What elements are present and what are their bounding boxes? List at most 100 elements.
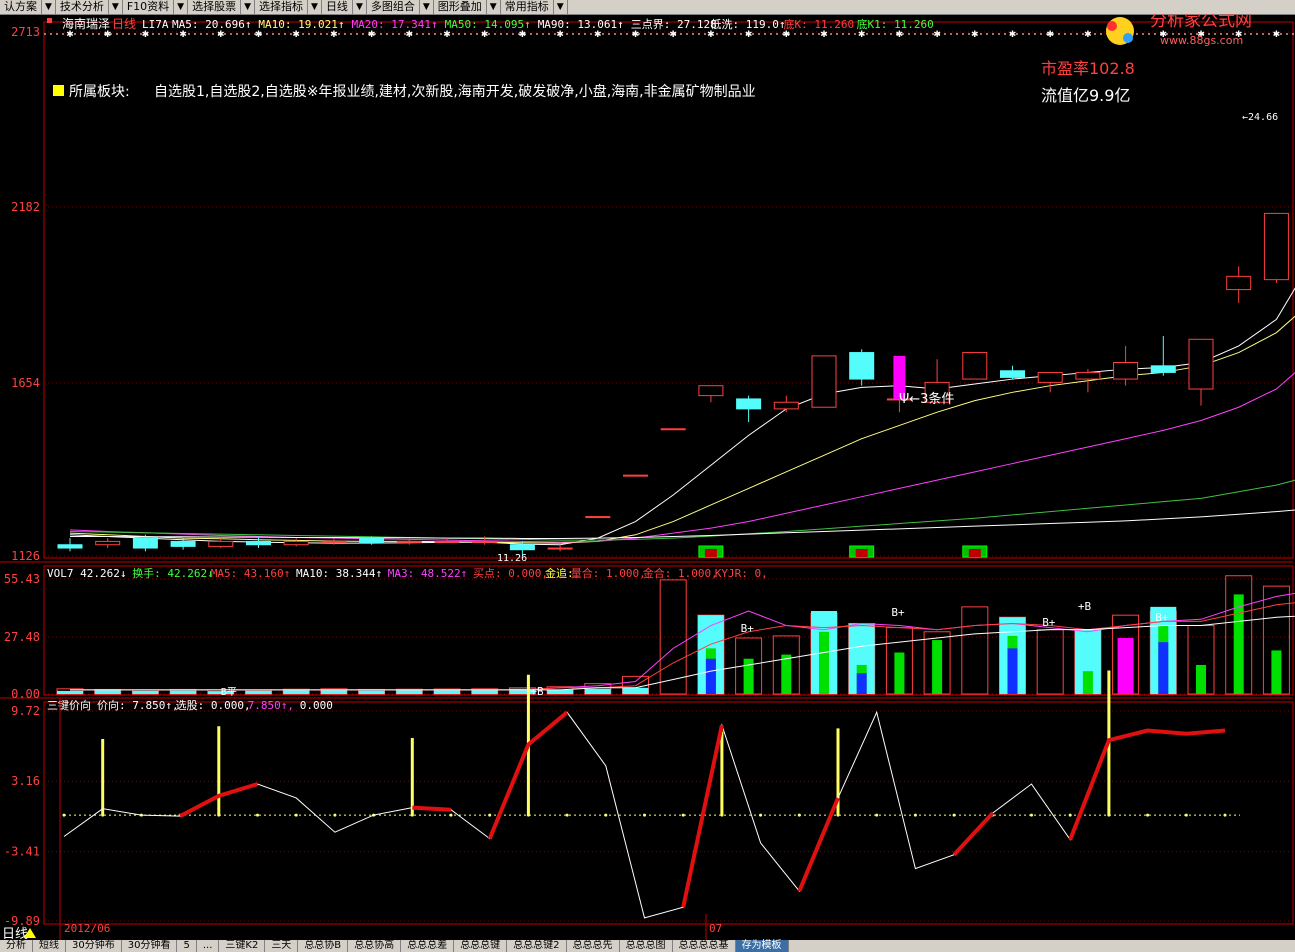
- star-icon: ✱: [66, 30, 74, 40]
- zero-dot: [256, 813, 259, 817]
- star-icon: ✱: [481, 30, 489, 40]
- vol-header-4: MA3: 48.522↑: [388, 567, 467, 580]
- candle-body: [623, 474, 648, 477]
- status-tab-1[interactable]: 短线: [33, 940, 66, 952]
- dropdown-arrow-icon[interactable]: ▼: [109, 0, 123, 14]
- candle-body: [1188, 338, 1214, 390]
- ma-line-ma5: [69, 287, 1295, 546]
- vol-bar-inner: [320, 689, 347, 694]
- status-tab-11[interactable]: 总总总键: [454, 940, 508, 952]
- vol-bar-inner: [584, 688, 611, 694]
- vol-bar-blue: [1158, 642, 1169, 694]
- logo-icon: [1123, 33, 1133, 43]
- candle-body: [962, 352, 988, 380]
- dropdown-arrow-icon[interactable]: ▼: [420, 0, 434, 14]
- status-tab-12[interactable]: 总总总键2: [507, 940, 567, 952]
- status-tab-15[interactable]: 总总总总基: [673, 940, 736, 952]
- price-direction-highlight: [797, 797, 840, 892]
- dropdown-arrow-icon[interactable]: ▼: [42, 0, 56, 14]
- zero-dot: [681, 813, 685, 817]
- status-tab-2[interactable]: 30分钟布: [66, 940, 122, 952]
- vol-bar-green: [1271, 650, 1282, 694]
- status-tab-4[interactable]: 5: [177, 940, 197, 952]
- dropdown-arrow-icon[interactable]: ▼: [353, 0, 367, 14]
- dropdown-arrow-icon[interactable]: ▼: [487, 0, 501, 14]
- toolbar-item-1[interactable]: 技术分析: [56, 0, 109, 14]
- candle-body: [1037, 371, 1063, 383]
- status-tab-9[interactable]: 总总协高: [348, 940, 402, 952]
- star-icon: ✱: [292, 30, 300, 40]
- status-tab-8[interactable]: 总总协B: [298, 940, 349, 952]
- candle-body: [359, 537, 385, 544]
- zero-dot: [875, 813, 879, 817]
- toolbar-item-4[interactable]: 选择指标: [255, 0, 309, 14]
- price-direction-highlight: [681, 724, 724, 908]
- zero-dot: [913, 813, 917, 817]
- candle-body: [849, 352, 875, 380]
- zero-dot: [294, 813, 298, 817]
- toolbar-item-6[interactable]: 多图组合: [367, 0, 420, 14]
- vol-bar-inner: [132, 690, 159, 694]
- dropdown-arrow-icon[interactable]: ▼: [554, 0, 568, 14]
- header-ma-2: MA20: 17.341↑: [352, 18, 438, 31]
- zero-dot: [333, 813, 337, 817]
- vol-header-9: KYJR: 0,: [715, 567, 768, 580]
- star-icon: ✱: [1273, 30, 1281, 40]
- candle-body: [321, 540, 347, 543]
- stock-name: 海南瑞泽: [62, 16, 110, 31]
- star-icon: ✱: [217, 30, 225, 40]
- toolbar-item-7[interactable]: 图形叠加: [434, 0, 487, 14]
- zero-dot: [1184, 813, 1188, 817]
- dropdown-arrow-icon[interactable]: ▼: [174, 0, 189, 14]
- toolbar-item-0[interactable]: 认方案: [0, 0, 42, 14]
- vol-header-5: 买点: 0.000,: [473, 567, 548, 580]
- vol-bar-inner: [57, 690, 83, 694]
- panel-frame: [43, 701, 1294, 925]
- toolbar-item-5[interactable]: 日线: [322, 0, 353, 14]
- status-tab-3[interactable]: 30分钟看: [122, 940, 178, 952]
- line-header-0: 三键价向: [47, 698, 91, 712]
- line-header-4: 0.000: [300, 699, 333, 712]
- logo-url: www.88gs.com: [1160, 34, 1243, 47]
- toolbar-item-3[interactable]: 选择股票: [188, 0, 242, 14]
- high-price-label: ←24.66: [1242, 112, 1278, 123]
- star-icon: ✱: [594, 30, 602, 40]
- low-price-label: 11.26: [497, 553, 527, 564]
- vol-header-3: MA10: 38.344↑: [296, 567, 382, 580]
- pe-ratio: 市盈率102.8: [1041, 59, 1135, 78]
- candle-body: [1075, 371, 1101, 380]
- price-direction-highlight: [1068, 728, 1226, 841]
- signal-box-core: [968, 549, 981, 557]
- header-ma-4: MA90: 13.061↑: [538, 18, 624, 31]
- candle-body: [1113, 361, 1139, 380]
- zero-dot: [1068, 813, 1072, 817]
- vol-header-2: MA5: 43.160↑: [211, 567, 290, 580]
- candle-body: [132, 537, 158, 549]
- star-icon: ✱: [519, 30, 527, 40]
- status-tab-0[interactable]: 分析: [0, 940, 33, 952]
- period-marker-icon: [47, 18, 52, 23]
- vol-bar-green: [781, 654, 792, 694]
- status-tab-7[interactable]: 三天: [265, 940, 299, 952]
- star-icon: ✱: [820, 30, 828, 40]
- status-tab-16[interactable]: 存为模板: [735, 940, 789, 952]
- candle-body: [773, 401, 799, 410]
- dropdown-arrow-icon[interactable]: ▼: [241, 0, 256, 14]
- vol-bar-inner: [170, 690, 197, 694]
- dropdown-arrow-icon[interactable]: ▼: [308, 0, 322, 14]
- star-icon: ✱: [142, 30, 150, 40]
- vol-bar-inner: [358, 690, 385, 694]
- toolbar-item-8[interactable]: 常用指标: [501, 0, 554, 14]
- status-tab-6[interactable]: 三键K2: [219, 940, 266, 952]
- candle-body: [811, 355, 837, 408]
- status-tab-14[interactable]: 总总总图: [620, 940, 673, 952]
- candle-body: [509, 544, 535, 551]
- candle-body: [472, 540, 498, 543]
- vol-bar-outer: [1036, 629, 1064, 695]
- toolbar-item-2[interactable]: F10资料: [123, 0, 175, 14]
- status-tab-13[interactable]: 总总总先: [567, 940, 620, 952]
- status-tab-10[interactable]: 总总总差: [401, 940, 455, 952]
- line-header-2: 选股: 0.000,: [176, 699, 251, 712]
- zero-dot: [565, 813, 569, 817]
- status-tab-5[interactable]: ...: [197, 940, 220, 952]
